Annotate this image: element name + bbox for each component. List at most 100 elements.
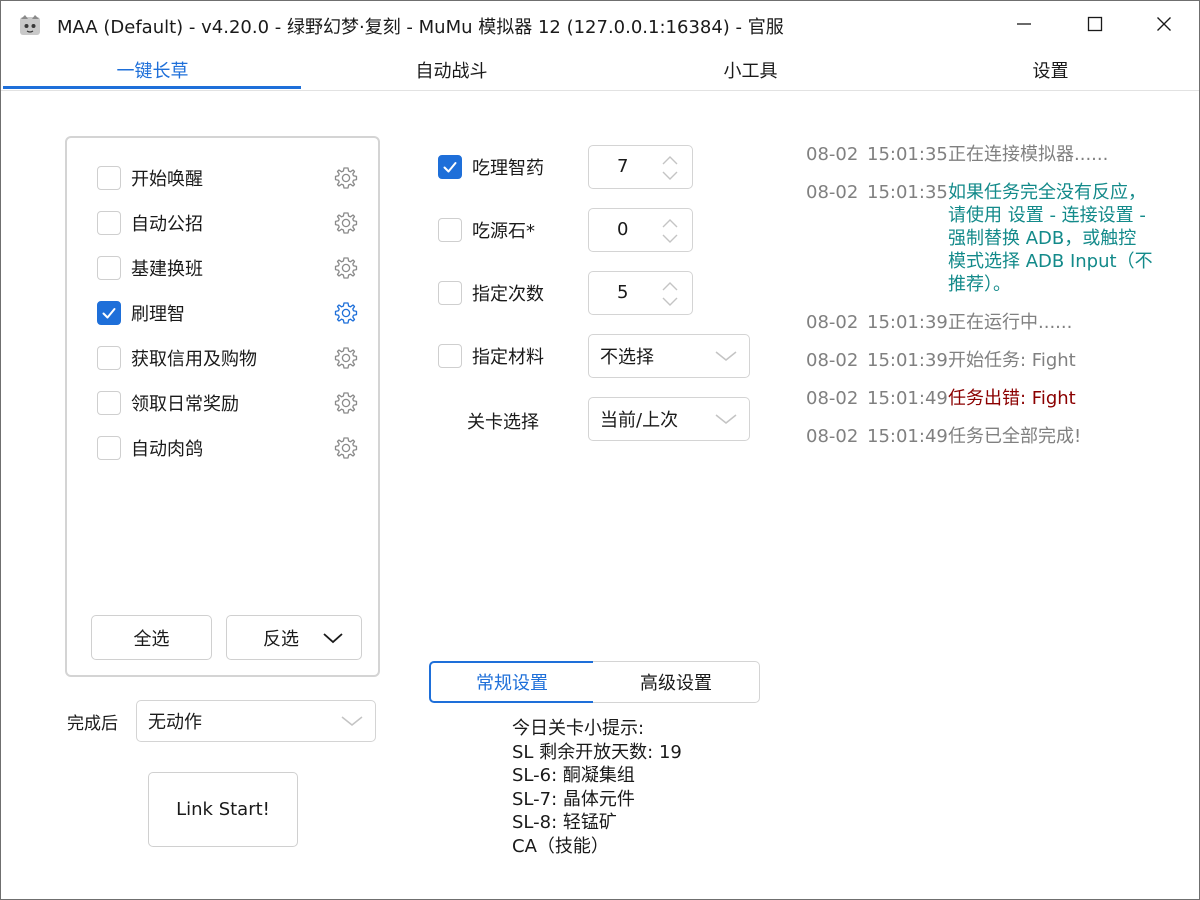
gear-icon[interactable] [333, 165, 359, 191]
option-times[interactable]: 指定次数 [438, 278, 544, 308]
times-value: 5 [617, 282, 629, 303]
close-button[interactable] [1129, 1, 1199, 47]
stage-value: 当前/上次 [600, 410, 679, 431]
log-time: 15:01:49 [867, 388, 948, 409]
stage-select-label: 关卡选择 [467, 412, 539, 433]
task-label: 刷理智 [131, 304, 185, 325]
log-time: 15:01:35 [867, 144, 948, 165]
gear-icon[interactable] [333, 210, 359, 236]
stepper-arrows-icon[interactable] [660, 280, 680, 308]
tips-title: 今日关卡小提示: [512, 718, 645, 739]
window-title: MAA (Default) - v4.20.0 - 绿野幻梦·复刻 - MuMu… [57, 17, 784, 38]
task-checkbox[interactable] [97, 436, 121, 460]
task-list-panel: 开始唤醒 自动公招 基建换班 刷理智 获取信用及购物 领取日常奖励 自动肉鸽 全… [65, 136, 380, 677]
gear-icon[interactable] [333, 300, 359, 326]
close-icon [1157, 17, 1171, 31]
originite-checkbox[interactable] [438, 218, 462, 242]
log-message: 正在运行中...... [948, 312, 1073, 333]
task-label: 获取信用及购物 [131, 349, 257, 370]
log-entry: 08-02 15:01:35 正在连接模拟器...... [806, 143, 1166, 166]
task-label: 自动肉鸽 [131, 439, 203, 460]
stepper-arrows-icon[interactable] [660, 217, 680, 245]
sanity-medicine-value: 7 [617, 156, 629, 177]
task-item-mall[interactable]: 获取信用及购物 [97, 342, 367, 374]
task-checkbox[interactable] [97, 211, 121, 235]
times-stepper[interactable]: 5 [588, 271, 693, 315]
tab-normal-settings[interactable]: 常规设置 [429, 661, 595, 703]
log-time: 15:01:39 [867, 312, 948, 333]
task-item-recruit[interactable]: 自动公招 [97, 207, 367, 239]
log-time: 15:01:39 [867, 350, 948, 371]
chevron-down-icon [715, 351, 737, 361]
sanity-medicine-stepper[interactable]: 7 [588, 145, 693, 189]
after-complete-value: 无动作 [148, 712, 202, 733]
task-item-wakeup[interactable]: 开始唤醒 [97, 162, 367, 194]
sanity-medicine-checkbox[interactable] [438, 155, 462, 179]
material-label: 指定材料 [472, 347, 544, 368]
chevron-down-icon [715, 414, 737, 424]
log-time: 15:01:35 [867, 182, 948, 203]
tab-advanced-settings[interactable]: 高级设置 [593, 661, 760, 703]
option-originite[interactable]: 吃源石* [438, 215, 535, 245]
stage-select[interactable]: 当前/上次 [588, 397, 750, 441]
log-entry: 08-02 15:01:49 任务出错: Fight [806, 387, 1166, 410]
log-entry: 08-02 15:01:39 正在运行中...... [806, 311, 1166, 334]
times-checkbox[interactable] [438, 281, 462, 305]
task-item-roguelike[interactable]: 自动肉鸽 [97, 432, 367, 464]
after-complete-select[interactable]: 无动作 [136, 700, 376, 742]
maximize-button[interactable] [1060, 1, 1130, 47]
main-tabs: 一键长草 自动战斗 小工具 设置 [1, 49, 1199, 91]
log-time: 15:01:49 [867, 426, 948, 447]
minimize-button[interactable] [989, 1, 1059, 47]
log-message: 如果任务完全没有反应， 请使用 设置 - 连接设置 - 强制替换 ADB，或触控… [948, 182, 1153, 295]
stage-tips: 今日关卡小提示: SL 剩余开放天数: 19 SL-6: 酮凝集组 SL-7: … [512, 717, 682, 858]
select-all-button[interactable]: 全选 [91, 615, 212, 660]
task-checkbox[interactable] [97, 166, 121, 190]
app-logo-icon [20, 15, 40, 35]
task-checkbox-checked[interactable] [97, 301, 121, 325]
originite-label: 吃源石* [472, 221, 535, 242]
option-material[interactable]: 指定材料 [438, 341, 544, 371]
task-label: 基建换班 [131, 259, 203, 280]
originite-value: 0 [617, 219, 629, 240]
log-date: 08-02 [806, 426, 859, 447]
tab-farming[interactable]: 一键长草 [3, 49, 302, 90]
log-date: 08-02 [806, 312, 859, 333]
tab-settings[interactable]: 设置 [901, 49, 1199, 90]
task-checkbox[interactable] [97, 256, 121, 280]
task-label: 开始唤醒 [131, 169, 203, 190]
gear-icon[interactable] [333, 390, 359, 416]
gear-icon[interactable] [333, 345, 359, 371]
task-item-fight[interactable]: 刷理智 [97, 297, 367, 329]
invert-label: 反选 [263, 628, 299, 650]
tips-line: SL 剩余开放天数: 19 [512, 741, 682, 763]
gear-icon[interactable] [333, 255, 359, 281]
material-value: 不选择 [600, 347, 654, 368]
task-item-infrast[interactable]: 基建换班 [97, 252, 367, 284]
stepper-arrows-icon[interactable] [660, 154, 680, 182]
log-message: 开始任务: Fight [948, 350, 1076, 371]
chevron-down-icon[interactable] [321, 629, 345, 647]
material-checkbox[interactable] [438, 344, 462, 368]
task-item-award[interactable]: 领取日常奖励 [97, 387, 367, 419]
log-date: 08-02 [806, 350, 859, 371]
title-bar: MAA (Default) - v4.20.0 - 绿野幻梦·复刻 - MuMu… [1, 1, 1199, 49]
originite-stepper[interactable]: 0 [588, 208, 693, 252]
task-label: 自动公招 [131, 214, 203, 235]
tab-tools[interactable]: 小工具 [601, 49, 900, 90]
task-checkbox[interactable] [97, 346, 121, 370]
tab-auto-battle[interactable]: 自动战斗 [302, 49, 601, 90]
material-select[interactable]: 不选择 [588, 334, 750, 378]
log-date: 08-02 [806, 144, 859, 165]
gear-icon[interactable] [333, 435, 359, 461]
log-message: 任务已全部完成! [948, 426, 1082, 447]
active-tab-indicator [3, 86, 301, 89]
minimize-icon [1017, 23, 1031, 25]
log-date: 08-02 [806, 388, 859, 409]
link-start-button[interactable]: Link Start! [148, 772, 298, 847]
option-sanity-medicine[interactable]: 吃理智药 [438, 152, 544, 182]
task-checkbox[interactable] [97, 391, 121, 415]
log-date: 08-02 [806, 182, 859, 203]
invert-selection-button[interactable]: 反选 [226, 615, 362, 660]
log-entry: 08-02 15:01:39 开始任务: Fight [806, 349, 1166, 372]
